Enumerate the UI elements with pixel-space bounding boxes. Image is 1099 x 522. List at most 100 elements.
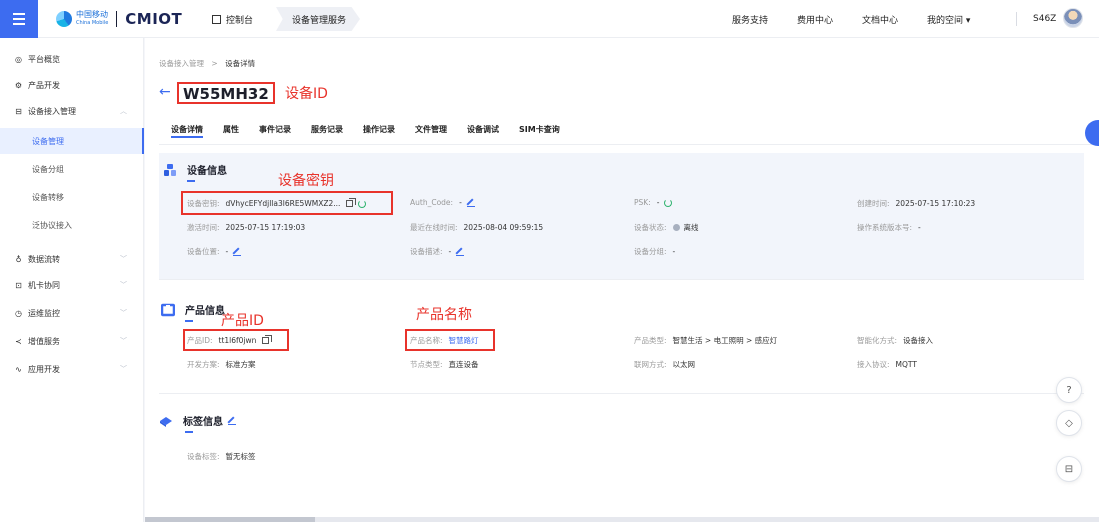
document-icon[interactable]: ⊟ [1056, 456, 1082, 482]
topbar-separator [1016, 12, 1017, 26]
psk-label: PSK: [634, 198, 651, 207]
auth-code-label: Auth_Code: [410, 198, 454, 207]
china-mobile-logo-icon [56, 11, 72, 27]
sidebar-item-label: 产品开发 [28, 80, 60, 90]
protocol-value: MQTT [895, 360, 917, 369]
sidebar-item-overview[interactable]: ◎ 平台概览 [0, 46, 144, 72]
os-version-value: - [918, 223, 921, 232]
console-link[interactable]: 控制台 [212, 10, 253, 28]
product-info-header: 产品信息 [161, 302, 225, 317]
feedback-icon[interactable]: ◇ [1056, 410, 1082, 436]
chevron-down-icon: ﹀ [120, 309, 127, 317]
my-space-dropdown[interactable]: 我的空间 ▾ [927, 0, 970, 38]
created-time-value: 2025-07-15 17:10:23 [895, 199, 976, 208]
dev-plan-field: 开发方案: 标准方案 [187, 359, 256, 370]
tab-divider [159, 144, 1099, 145]
support-link[interactable]: 服务支持 [732, 0, 768, 38]
refresh-icon[interactable] [358, 199, 367, 208]
product-id-field: 产品ID: tt1l6f0jwn [187, 335, 273, 346]
auth-code-field: Auth_Code: - [410, 198, 475, 207]
sidebar-item-card-sync[interactable]: ⊡ 机卡协同 ﹀ [0, 272, 144, 298]
tab-properties[interactable]: 属性 [223, 124, 239, 138]
back-arrow-icon[interactable]: ← [159, 84, 171, 100]
psk-value: - [656, 198, 660, 207]
edit-icon[interactable] [456, 248, 465, 256]
node-type-value: 直连设备 [448, 360, 479, 369]
brand-en: China Mobile [76, 20, 109, 26]
product-id-label: 产品ID: [187, 336, 213, 345]
sidebar-item-device-transfer[interactable]: 设备转移 [0, 184, 144, 210]
device-group-label: 设备分组: [634, 247, 667, 256]
scrollbar-thumb[interactable] [145, 517, 315, 522]
refresh-icon[interactable] [664, 198, 673, 207]
sidebar-item-label: 增值服务 [28, 336, 60, 346]
sidebar-item-label: 设备接入管理 [28, 106, 76, 116]
sidebar-item-monitoring[interactable]: ◷ 运维监控 ﹀ [0, 300, 144, 326]
menu-icon[interactable] [0, 0, 38, 38]
copy-icon[interactable] [346, 198, 357, 207]
product-type-field: 产品类型: 智慧生活 > 电工照明 > 感应灯 [634, 335, 777, 346]
top-bar: 中国移动 China Mobile CMIOT 控制台 设备管理服务 服务支持 … [0, 0, 1099, 38]
brand-divider [116, 11, 118, 27]
tab-operations[interactable]: 操作记录 [363, 124, 395, 138]
sidebar-item-label: 应用开发 [28, 364, 60, 374]
network-label: 联网方式: [634, 360, 667, 369]
tab-services[interactable]: 服务记录 [311, 124, 343, 138]
product-name-link[interactable]: 智慧路灯 [449, 335, 479, 346]
tab-events[interactable]: 事件记录 [259, 124, 291, 138]
sidebar-item-value-added[interactable]: ≺ 增值服务 ﹀ [0, 328, 144, 354]
breadcrumb: 设备接入管理 > 设备详情 [159, 58, 255, 69]
sidebar-item-app-dev[interactable]: ∿ 应用开发 ﹀ [0, 356, 144, 382]
network-value: 以太网 [672, 360, 696, 369]
sidebar-item-label: 运维监控 [28, 308, 60, 318]
tab-debug[interactable]: 设备调试 [467, 124, 499, 138]
avatar[interactable] [1063, 8, 1083, 28]
device-service-tab[interactable]: 设备管理服务 [276, 7, 360, 31]
billing-link[interactable]: 费用中心 [797, 0, 833, 38]
tab-device-detail[interactable]: 设备详情 [171, 124, 203, 138]
edit-icon[interactable] [228, 417, 236, 425]
device-description-value: - [448, 247, 452, 256]
product-name-field: 产品名称: 智慧路灯 [410, 335, 479, 346]
activated-time-value: 2025-07-15 17:19:03 [225, 223, 306, 232]
last-online-value: 2025-08-04 09:59:15 [463, 223, 544, 232]
username[interactable]: S46Z [1033, 0, 1056, 38]
chevron-down-icon: ﹀ [120, 337, 127, 345]
app-dev-icon: ∿ [15, 364, 22, 374]
sidebar-item-device-group[interactable]: 设备分组 [0, 156, 144, 182]
edit-icon[interactable] [233, 248, 242, 256]
sidebar-item-generic-protocol[interactable]: 泛协议接入 [0, 212, 144, 238]
protocol-label: 接入协议: [857, 360, 890, 369]
brand[interactable]: 中国移动 China Mobile CMIOT [56, 10, 182, 28]
docs-link[interactable]: 文档中心 [862, 0, 898, 38]
dev-plan-label: 开发方案: [187, 360, 220, 369]
sidebar-item-label: 平台概览 [28, 54, 60, 64]
sidebar-item-device-access[interactable]: ⊟ 设备接入管理 ︿ [0, 98, 144, 124]
console-icon [212, 14, 221, 24]
data-flow-icon: ♁ [15, 254, 22, 264]
help-icon[interactable]: ? [1056, 377, 1082, 403]
sidebar-item-product-dev[interactable]: ⚙ 产品开发 [0, 72, 144, 98]
breadcrumb-parent[interactable]: 设备接入管理 [159, 59, 204, 68]
device-key-field: 设备密钥: dVhycEFYdjlla3l6RE5WMXZ2... [187, 198, 367, 209]
node-type-label: 节点类型: [410, 360, 443, 369]
tab-files[interactable]: 文件管理 [415, 124, 447, 138]
os-version-label: 操作系统版本号: [857, 223, 913, 232]
sidebar-item-data-flow[interactable]: ♁ 数据流转 ﹀ [0, 246, 144, 272]
tab-sim[interactable]: SIM卡查询 [519, 124, 560, 138]
device-key-value: dVhycEFYdjlla3l6RE5WMXZ2... [225, 199, 341, 208]
smart-mode-label: 智能化方式: [857, 336, 898, 345]
last-online-field: 最近在线时间: 2025-08-04 09:59:15 [410, 222, 543, 233]
horizontal-scrollbar[interactable] [145, 517, 1099, 522]
device-info-icon [164, 163, 176, 176]
product-icon: ⚙ [14, 80, 23, 90]
copy-icon[interactable] [262, 335, 273, 344]
section-divider [159, 279, 1084, 280]
monitor-icon: ◷ [15, 308, 22, 318]
product-type-value: 智慧生活 > 电工照明 > 感应灯 [672, 336, 778, 345]
edit-icon[interactable] [466, 199, 475, 207]
tag-info-title: 标签信息 [183, 417, 223, 428]
chevron-down-icon: ﹀ [120, 255, 127, 263]
sidebar-item-device-management[interactable]: 设备管理 [0, 128, 144, 154]
breadcrumb-current: 设备详情 [225, 59, 256, 68]
